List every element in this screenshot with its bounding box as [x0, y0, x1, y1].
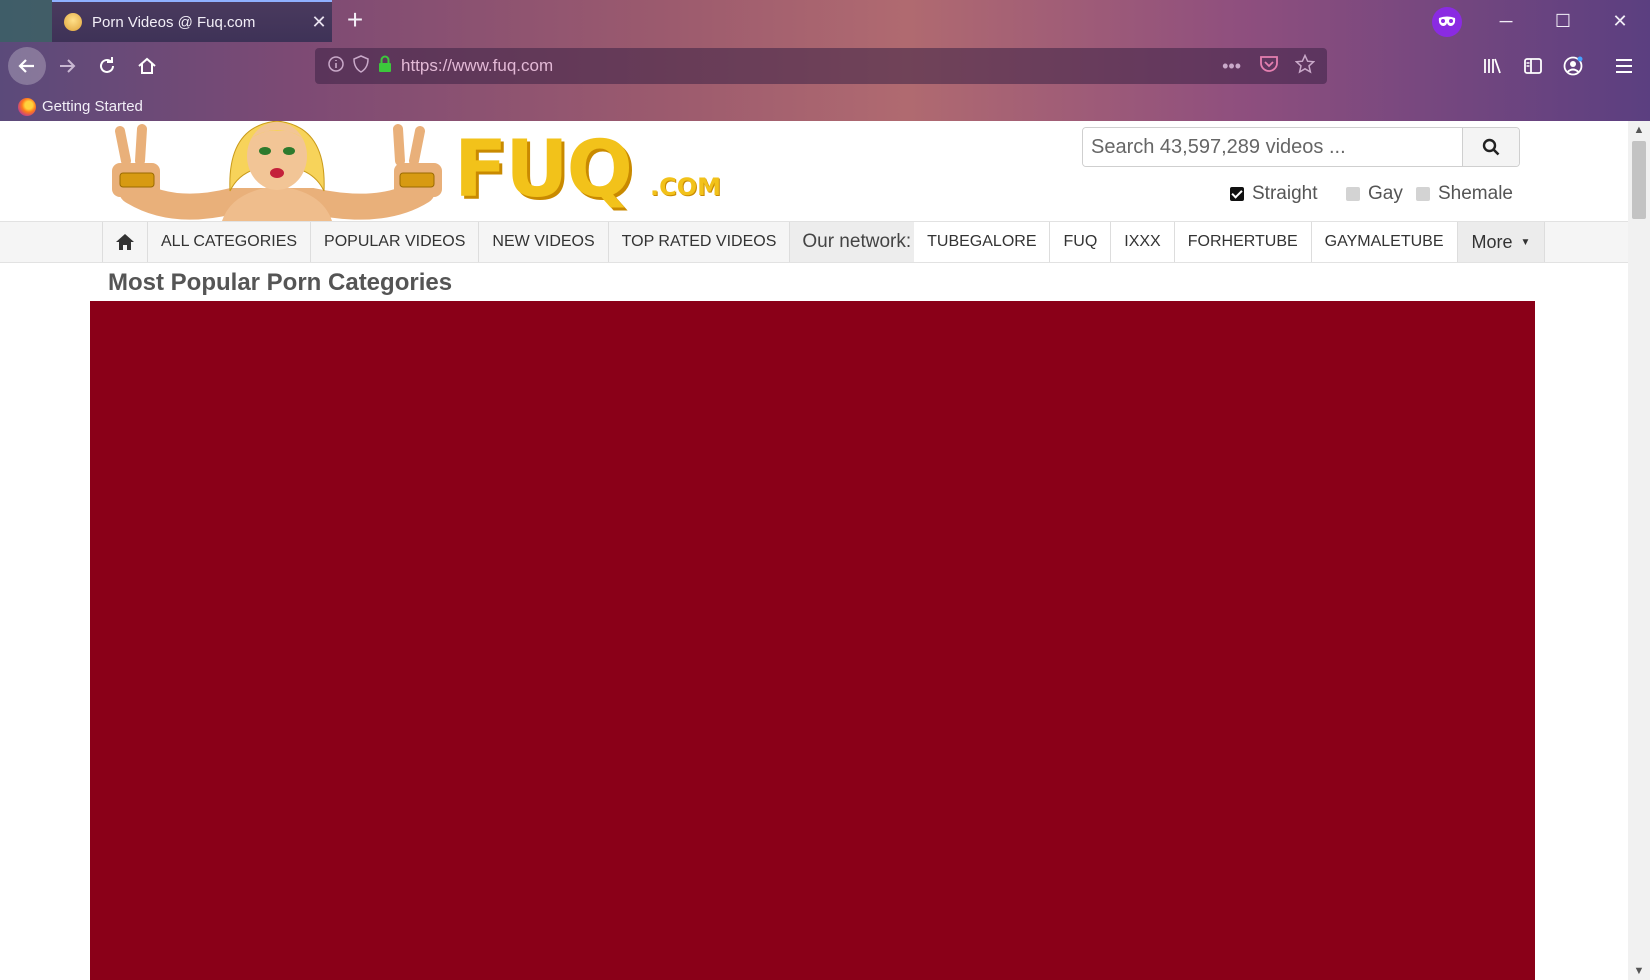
menu-top-rated-videos[interactable]: TOP RATED VIDEOS: [608, 222, 791, 262]
site-favicon-icon: [64, 13, 82, 31]
forward-icon: [60, 59, 76, 73]
orientation-straight[interactable]: Straight: [1230, 183, 1317, 205]
forward-button[interactable]: [48, 47, 86, 85]
tab-strip-spacer: [0, 0, 52, 42]
menu-popular-videos[interactable]: POPULAR VIDEOS: [311, 222, 480, 262]
pocket-icon[interactable]: [1259, 55, 1279, 78]
shield-icon[interactable]: [353, 54, 369, 78]
menu-new-videos[interactable]: NEW VIDEOS: [479, 222, 609, 262]
minimize-window-button[interactable]: ─: [1478, 0, 1534, 42]
orientation-shemale[interactable]: Shemale: [1416, 183, 1513, 205]
straight-checkbox[interactable]: [1230, 187, 1244, 201]
home-icon: [116, 234, 134, 250]
info-icon[interactable]: [327, 55, 345, 78]
close-tab-icon[interactable]: ✕: [306, 12, 332, 33]
caret-down-icon: ▼: [1520, 236, 1531, 248]
star-icon[interactable]: [1294, 53, 1316, 79]
gay-label: Gay: [1368, 183, 1403, 204]
active-tab[interactable]: Porn Videos @ Fuq.com ✕: [52, 0, 332, 42]
library-icon: [1484, 58, 1501, 74]
new-tab-button[interactable]: +: [338, 4, 372, 38]
back-icon: [18, 59, 34, 73]
search-button[interactable]: [1462, 128, 1519, 166]
home-button[interactable]: [128, 47, 166, 85]
address-bar[interactable]: https://www.fuq.com •••: [315, 48, 1327, 84]
account-button[interactable]: [1554, 47, 1592, 85]
main-menu: ALL CATEGORIES POPULAR VIDEOS NEW VIDEOS…: [0, 221, 1628, 263]
private-browsing-mask-icon: [1432, 7, 1462, 37]
mascot-illustration-icon: [112, 121, 442, 221]
lock-icon[interactable]: [377, 55, 393, 78]
search-box: [1082, 127, 1520, 167]
gay-checkbox[interactable]: [1346, 187, 1360, 201]
logo-dotcom: .COM: [650, 173, 722, 201]
logo-wordmark: FUQ: [454, 125, 633, 215]
close-window-button[interactable]: ✕: [1592, 0, 1648, 42]
hamburger-menu-button[interactable]: [1605, 47, 1643, 85]
network-fuq[interactable]: FUQ: [1050, 222, 1112, 262]
network-tubegalore[interactable]: TUBEGALORE: [914, 222, 1051, 262]
browser-chrome: Porn Videos @ Fuq.com ✕ + ─ ☐ ✕ https://…: [0, 0, 1650, 121]
network-gaymaletube[interactable]: GAYMALETUBE: [1311, 222, 1458, 262]
maximize-window-button[interactable]: ☐: [1535, 0, 1591, 42]
reload-button[interactable]: [88, 47, 126, 85]
firefox-icon: [18, 97, 36, 116]
search-input[interactable]: [1083, 128, 1462, 166]
content-block[interactable]: [90, 301, 1535, 980]
menu-more-dropdown[interactable]: More ▼: [1457, 222, 1546, 262]
bookmark-getting-started[interactable]: Getting Started: [42, 98, 143, 115]
navigation-toolbar: https://www.fuq.com •••: [0, 42, 1650, 92]
page-scrollbar[interactable]: ▲ ▼: [1628, 121, 1650, 980]
site-logo[interactable]: FUQ .COM: [112, 121, 722, 221]
reload-icon: [100, 57, 114, 73]
sidebar-icon: [1524, 58, 1542, 74]
url-text: https://www.fuq.com: [401, 56, 554, 75]
scroll-down-icon[interactable]: ▼: [1628, 962, 1650, 980]
tab-strip: Porn Videos @ Fuq.com ✕ + ─ ☐ ✕: [0, 0, 1650, 42]
tab-title: Porn Videos @ Fuq.com: [92, 13, 256, 31]
account-icon: [1563, 56, 1583, 76]
more-dots-icon[interactable]: •••: [1222, 56, 1241, 77]
back-button[interactable]: [8, 47, 46, 85]
shemale-checkbox[interactable]: [1416, 187, 1430, 201]
home-icon: [138, 57, 156, 74]
web-page: FUQ .COM Straight Gay Shemale ALL CATEGO…: [0, 121, 1628, 980]
sidebar-button[interactable]: [1514, 47, 1552, 85]
bookmarks-toolbar: Getting Started: [0, 92, 1650, 121]
more-label: More: [1471, 231, 1513, 252]
straight-label: Straight: [1252, 183, 1318, 204]
hamburger-menu-icon: [1616, 59, 1632, 73]
network-label: Our network:: [790, 222, 915, 262]
scroll-thumb[interactable]: [1632, 141, 1646, 219]
network-ixxx[interactable]: IXXX: [1111, 222, 1175, 262]
menu-all-categories[interactable]: ALL CATEGORIES: [148, 222, 312, 262]
orientation-gay[interactable]: Gay: [1346, 183, 1403, 205]
library-button[interactable]: [1474, 47, 1512, 85]
shemale-label: Shemale: [1438, 183, 1513, 204]
search-icon: [1482, 138, 1500, 156]
menu-home[interactable]: [102, 222, 148, 262]
scroll-up-icon[interactable]: ▲: [1628, 121, 1650, 139]
network-forhertube[interactable]: FORHERTUBE: [1174, 222, 1312, 262]
section-title: Most Popular Porn Categories: [108, 269, 453, 296]
